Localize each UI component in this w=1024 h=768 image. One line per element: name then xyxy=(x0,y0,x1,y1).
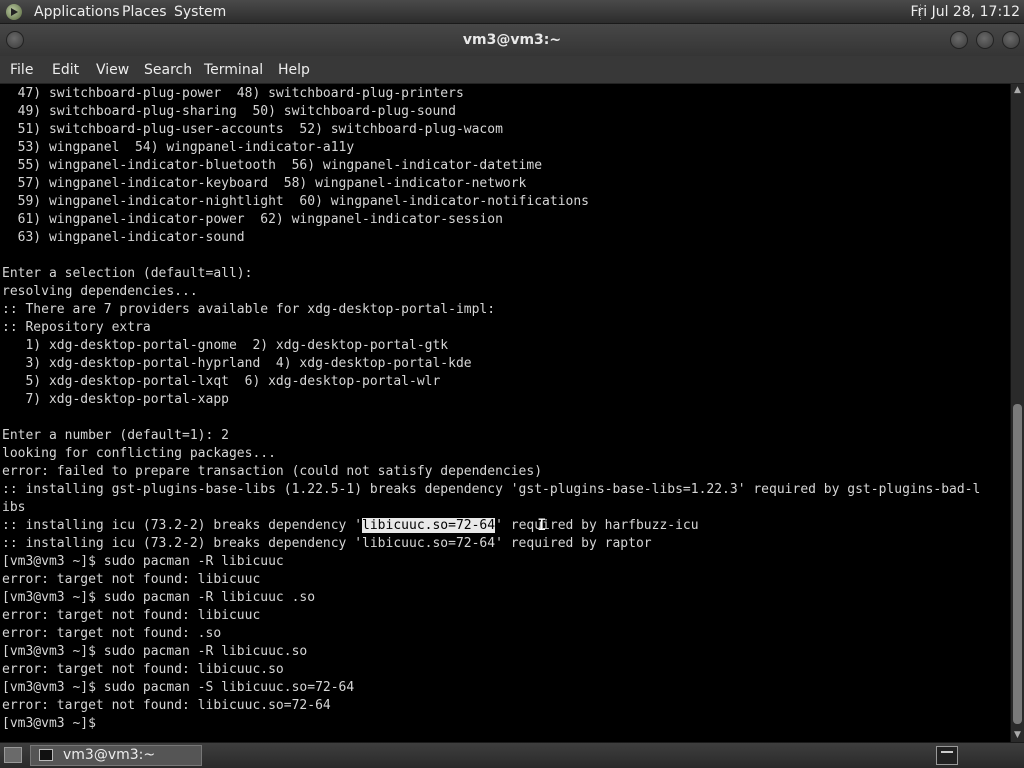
distro-logo-icon[interactable] xyxy=(6,4,22,20)
terminal-line: [vm3@vm3 ~]$ sudo pacman -R libicuuc .so xyxy=(2,590,316,605)
applications-menu[interactable]: Applications xyxy=(34,0,120,24)
terminal-line: [vm3@vm3 ~]$ sudo pacman -R libicuuc.so xyxy=(2,644,308,659)
menu-edit[interactable]: Edit xyxy=(52,56,79,84)
close-button[interactable] xyxy=(1002,31,1020,49)
terminal-lines: 47) switchboard-plug-power 48) switchboa… xyxy=(2,85,980,733)
terminal-line: error: failed to prepare transaction (co… xyxy=(2,464,543,479)
window-titlebar[interactable]: vm3@vm3:~ xyxy=(0,24,1024,56)
terminal-line: 57) wingpanel-indicator-keyboard 58) win… xyxy=(2,176,527,191)
mouse-ibeam-cursor-icon: I xyxy=(537,515,547,534)
window-title: vm3@vm3:~ xyxy=(462,32,562,48)
terminal-line: error: target not found: .so xyxy=(2,626,222,641)
show-desktop-icon[interactable] xyxy=(4,747,22,763)
scroll-up-arrow-icon[interactable]: ▲ xyxy=(1011,84,1024,97)
menu-help[interactable]: Help xyxy=(278,56,310,84)
places-menu[interactable]: Places xyxy=(122,0,167,24)
minimize-button[interactable] xyxy=(950,31,968,49)
system-menu[interactable]: System xyxy=(174,0,226,24)
scroll-down-arrow-icon[interactable]: ▼ xyxy=(1011,729,1024,742)
terminal-line-with-selection: :: installing icu (73.2-2) breaks depend… xyxy=(2,517,980,535)
terminal-line: :: Repository extra xyxy=(2,320,151,335)
terminal-output[interactable]: 47) switchboard-plug-power 48) switchboa… xyxy=(0,84,1010,742)
terminal-text: ' required by harfbuzz-icu xyxy=(495,518,699,533)
terminal-line: 5) xdg-desktop-portal-lxqt 6) xdg-deskto… xyxy=(2,374,441,389)
scrollbar-thumb[interactable] xyxy=(1013,404,1022,724)
terminal-line: 47) switchboard-plug-power 48) switchboa… xyxy=(2,86,464,101)
text-selection[interactable]: libicuuc.so=72-64 xyxy=(362,518,496,533)
terminal-line: 59) wingpanel-indicator-nightlight 60) w… xyxy=(2,194,589,209)
terminal-line: looking for conflicting packages... xyxy=(2,446,276,461)
terminal-line: :: installing icu (73.2-2) breaks depend… xyxy=(2,536,652,551)
workspace-switcher-icon[interactable] xyxy=(936,746,958,765)
terminal-line: error: target not found: libicuuc.so=72-… xyxy=(2,698,331,713)
maximize-button[interactable] xyxy=(976,31,994,49)
terminal-line: error: target not found: libicuuc xyxy=(2,572,261,587)
menu-file[interactable]: File xyxy=(10,56,33,84)
menu-terminal[interactable]: Terminal xyxy=(204,56,263,84)
terminal-line: error: target not found: libicuuc xyxy=(2,608,261,623)
top-panel: Applications Places System Fri Jul 28, 1… xyxy=(0,0,1024,24)
terminal-line: 63) wingpanel-indicator-sound xyxy=(2,230,245,245)
terminal-line: Enter a number (default=1): 2 xyxy=(2,428,229,443)
bottom-panel: vm3@vm3:~ xyxy=(0,742,1024,768)
terminal-line: 3) xdg-desktop-portal-hyprland 4) xdg-de… xyxy=(2,356,472,371)
terminal-line: Enter a selection (default=all): xyxy=(2,266,253,281)
terminal-text: :: installing icu (73.2-2) breaks depend… xyxy=(2,518,363,533)
terminal-line: 49) switchboard-plug-sharing 50) switchb… xyxy=(2,104,456,119)
terminal-line: 1) xdg-desktop-portal-gnome 2) xdg-deskt… xyxy=(2,338,449,353)
terminal-line: :: There are 7 providers available for x… xyxy=(2,302,496,317)
terminal-line: [vm3@vm3 ~]$ sudo pacman -S libicuuc.so=… xyxy=(2,680,355,695)
terminal-line: 55) wingpanel-indicator-bluetooth 56) wi… xyxy=(2,158,543,173)
terminal-line: [vm3@vm3 ~]$ sudo pacman -R libicuuc xyxy=(2,554,284,569)
menubar: File Edit View Search Terminal Help xyxy=(0,56,1024,84)
taskbar-window-button[interactable]: vm3@vm3:~ xyxy=(30,745,202,766)
menu-view[interactable]: View xyxy=(96,56,129,84)
terminal-line: error: target not found: libicuuc.so xyxy=(2,662,284,677)
clock[interactable]: Fri Jul 28, 17:12 xyxy=(910,0,1020,24)
terminal-scrollbar[interactable]: ▲ ▼ xyxy=(1010,84,1024,742)
menu-search[interactable]: Search xyxy=(144,56,192,84)
terminal-line: ibs xyxy=(2,500,26,515)
terminal-icon xyxy=(39,749,53,761)
terminal-line: 61) wingpanel-indicator-power 62) wingpa… xyxy=(2,212,503,227)
terminal-line: :: installing gst-plugins-base-libs (1.2… xyxy=(2,482,981,497)
terminal-line: 7) xdg-desktop-portal-xapp xyxy=(2,392,229,407)
terminal-line: resolving dependencies... xyxy=(2,284,198,299)
taskbar-window-label: vm3@vm3:~ xyxy=(63,747,156,763)
terminal-line: 51) switchboard-plug-user-accounts 52) s… xyxy=(2,122,503,137)
terminal-line: 53) wingpanel 54) wingpanel-indicator-a1… xyxy=(2,140,355,155)
terminal-line: [vm3@vm3 ~]$ xyxy=(2,716,104,731)
